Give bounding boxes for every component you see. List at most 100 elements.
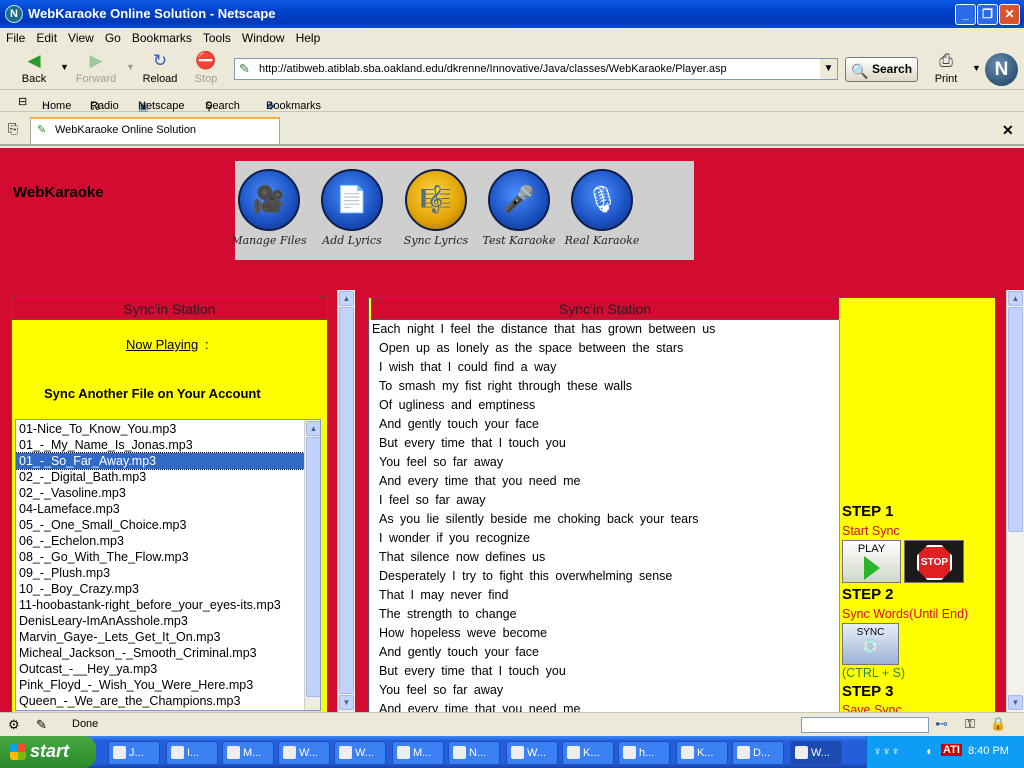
taskbar-button[interactable]: D... [732,741,784,765]
menu-help[interactable]: Help [290,28,326,45]
now-playing-link[interactable]: Now Playing [126,337,198,352]
lyric-line[interactable]: I feel so far away [370,491,839,510]
file-list-item[interactable]: 09_-_Plush.mp3 [16,565,304,581]
lyrics-box[interactable]: Each night I feel the distance that has … [370,320,840,712]
address-dropdown-icon[interactable]: ▼ [820,59,837,79]
file-list-item[interactable]: 01_-_So_Far_Away.mp3 [16,452,305,470]
taskbar-button[interactable]: W... [790,741,842,765]
scroll-thumb[interactable] [306,437,320,697]
menu-tools[interactable]: Tools [197,28,236,45]
sync-lyrics-button[interactable]: 🎼 Sync Lyrics [396,169,476,247]
taskbar-button[interactable]: I... [166,741,218,765]
lyric-line[interactable]: I wonder if you recognize [370,529,839,548]
file-list-item[interactable]: 02_-_Digital_Bath.mp3 [16,469,304,485]
taskbar-button[interactable]: M... [222,741,274,765]
menu-window[interactable]: Window [236,28,290,45]
left-frame-scrollbar[interactable]: ▲ ▼ [337,290,355,712]
file-list[interactable]: 01-Nice_To_Know_You.mp3 01_-_My_Name_Is_J… [15,419,321,711]
taskbar-button[interactable]: K... [562,741,614,765]
menu-edit[interactable]: Edit [30,28,62,45]
file-list-item[interactable]: Pink_Floyd_-_Wish_You_Were_Here.mp3 [16,677,304,693]
taskbar-button[interactable]: J... [108,741,160,765]
file-list-scrollbar[interactable]: ▲ [304,420,320,710]
lyric-line[interactable]: That silence now defines us [370,548,839,567]
lyric-line[interactable]: You feel so far away [370,681,839,700]
print-button[interactable]: ⎙ Print [922,51,970,87]
file-list-item[interactable]: 01_-_My_Name_Is_Jonas.mp3 [16,437,304,453]
file-list-item[interactable]: 08_-_Go_With_The_Flow.mp3 [16,549,304,565]
file-list-item[interactable]: Outcast_-__Hey_ya.mp3 [16,661,304,677]
taskbar-button[interactable]: K... [676,741,728,765]
lyric-line[interactable]: And gently touch your face [370,415,839,434]
scroll-up-icon[interactable]: ▲ [1008,291,1023,306]
reload-button[interactable]: ↻ Reload [136,51,184,87]
add-lyrics-button[interactable]: 📄 Add Lyrics [312,169,392,247]
back-dropdown-icon[interactable]: ▼ [60,62,69,72]
lyric-line[interactable]: Desperately I try to fight this overwhel… [370,567,839,586]
menu-bookmarks[interactable]: Bookmarks [126,28,197,45]
file-list-item[interactable]: 01-Nice_To_Know_You.mp3 [16,421,304,437]
lyric-line[interactable]: And gently touch your face [370,643,839,662]
close-tab-icon[interactable]: ✕ [1002,122,1014,139]
lyric-line[interactable]: To smash my fist right through these wal… [370,377,839,396]
file-list-item[interactable]: 05_-_One_Small_Choice.mp3 [16,517,304,533]
sync-button[interactable]: SYNC 💿 [842,623,899,665]
menu-go[interactable]: Go [99,28,126,45]
file-list-item[interactable]: Queen_-_We_are_the_Champions.mp3 [16,693,304,709]
lyric-line[interactable]: You feel so far away [370,453,839,472]
forward-dropdown-icon[interactable]: ▼ [126,62,135,72]
minimize-button[interactable]: _ [955,4,976,25]
file-list-item[interactable]: 04-Lameface.mp3 [16,501,304,517]
file-list-item[interactable]: DenisLeary-ImAnAsshole.mp3 [16,613,304,629]
test-karaoke-button[interactable]: 🎤 Test Karaoke [479,169,559,247]
lyric-line[interactable]: And every time that you need me [370,472,839,491]
print-dropdown-icon[interactable]: ▼ [972,63,981,73]
new-tab-icon[interactable]: ⎘ [8,121,18,137]
scroll-thumb[interactable] [339,307,354,694]
lyric-line[interactable]: As you lie silently beside me choking ba… [370,510,839,529]
manage-files-button[interactable]: 🎥 Manage Files [229,169,309,247]
taskbar-button[interactable]: M... [392,741,444,765]
close-button[interactable]: ✕ [999,4,1020,25]
lyric-line[interactable]: But every time that I touch you [370,662,839,681]
play-button[interactable]: PLAY [842,540,901,583]
stop-sync-button[interactable]: STOP [904,540,964,583]
file-list-item[interactable]: Micheal_Jackson_-_Smooth_Criminal.mp3 [16,645,304,661]
netscape-throbber-icon[interactable]: N [985,53,1018,86]
scroll-up-icon[interactable]: ▲ [306,421,320,436]
lyric-line[interactable]: I wish that I could find a way [370,358,839,377]
file-list-item[interactable]: 11-hoobastank-right_before_your_eyes-its… [16,597,304,613]
taskbar-button[interactable]: W... [334,741,386,765]
menu-file[interactable]: File [0,28,30,45]
taskbar-button[interactable]: N... [448,741,500,765]
forward-button[interactable]: ▶ Forward [72,51,120,87]
right-frame-scrollbar[interactable]: ▲ ▼ [1006,290,1024,712]
back-button[interactable]: ◀ Back [10,51,58,87]
file-list-item[interactable]: 10_-_Boy_Crazy.mp3 [16,581,304,597]
file-list-item[interactable]: 06_-_Echelon.mp3 [16,533,304,549]
taskbar-button[interactable]: W... [506,741,558,765]
file-list-item[interactable]: 02_-_Vasoline.mp3 [16,485,304,501]
address-bar[interactable]: ✎ http://atibweb.atiblab.sba.oakland.edu/… [234,58,838,80]
real-karaoke-button[interactable]: 🎙 Real Karaoke [562,169,642,247]
stop-button[interactable]: ⛔ Stop [182,51,230,87]
search-button[interactable]: 🔍 Search [845,57,918,82]
taskbar-button[interactable]: W... [278,741,330,765]
scroll-down-icon[interactable]: ▼ [1008,695,1023,710]
menu-view[interactable]: View [62,28,99,45]
file-list-item[interactable]: Marvin_Gaye-_Lets_Get_It_On.mp3 [16,629,304,645]
lyric-line[interactable]: That I may never find [370,586,839,605]
scroll-down-icon[interactable]: ▼ [339,695,354,710]
start-button[interactable]: start [0,736,96,768]
lyric-line[interactable]: And every time that you need me [370,700,839,712]
scroll-thumb[interactable] [1008,307,1023,532]
lyric-line[interactable]: Each night I feel the distance that has … [370,320,839,339]
maximize-button[interactable]: ❐ [977,4,998,25]
lyric-line[interactable]: Of ugliness and emptiness [370,396,839,415]
lyric-line[interactable]: How hopeless weve become [370,624,839,643]
lyric-line[interactable]: The strength to change [370,605,839,624]
lyric-line[interactable]: Open up as lonely as the space between t… [370,339,839,358]
tab-webkaraoke[interactable]: ✎ WebKaraoke Online Solution [30,117,280,144]
scroll-up-icon[interactable]: ▲ [339,291,354,306]
taskbar-button[interactable]: h... [618,741,670,765]
